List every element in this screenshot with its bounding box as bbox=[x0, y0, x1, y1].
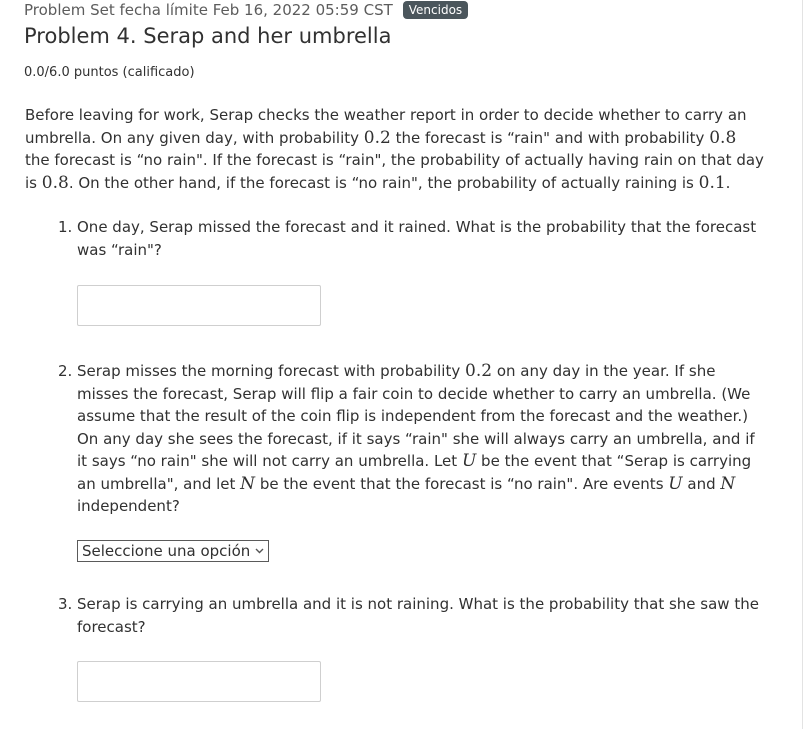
problem-intro: Before leaving for work, Serap checks th… bbox=[25, 104, 765, 194]
question-text-part: independent? bbox=[77, 497, 180, 515]
math-variable: U bbox=[461, 451, 477, 471]
question-text-part: Serap misses the morning forecast with p… bbox=[77, 362, 465, 380]
problem-score: 0.0/6.0 puntos (calificado) bbox=[24, 65, 195, 80]
math-value: 0.8 bbox=[41, 172, 69, 193]
math-value: 0.2 bbox=[465, 361, 493, 381]
independence-select[interactable]: Seleccione una opción bbox=[77, 540, 269, 562]
problem-title: Problem 4. Serap and her umbrella bbox=[24, 24, 392, 48]
problem-page: Problem Set fecha límite Feb 16, 2022 05… bbox=[0, 0, 807, 729]
due-date-text: Problem Set fecha límite Feb 16, 2022 05… bbox=[24, 1, 393, 19]
intro-text: the forecast is “rain" and with probabil… bbox=[390, 128, 710, 147]
due-date-line: Problem Set fecha límite Feb 16, 2022 05… bbox=[24, 0, 469, 20]
select-value: Seleccione una opción bbox=[82, 542, 251, 560]
page-border bbox=[802, 0, 803, 729]
question-number: 1. bbox=[58, 218, 73, 236]
question-text: One day, Serap missed the forecast and i… bbox=[77, 218, 757, 259]
math-value: 0.2 bbox=[363, 127, 391, 148]
question-3: 3. Serap is carrying an umbrella and it … bbox=[56, 593, 760, 638]
question-text: Serap is carrying an umbrella and it is … bbox=[77, 595, 759, 636]
status-badge: Vencidos bbox=[402, 1, 469, 19]
question-number: 2. bbox=[58, 362, 73, 380]
intro-text: . On the other hand, if the forecast is … bbox=[68, 173, 699, 192]
chevron-down-icon bbox=[255, 546, 264, 557]
answer-input-3[interactable] bbox=[77, 661, 321, 702]
question-2: 2. Serap misses the morning forecast wit… bbox=[56, 360, 760, 518]
math-value: 0.8 bbox=[709, 127, 737, 148]
question-1: 1. One day, Serap missed the forecast an… bbox=[56, 216, 760, 261]
math-variable: N bbox=[720, 473, 736, 494]
question-text: Serap misses the morning forecast with p… bbox=[77, 360, 760, 518]
math-value: 0.1 bbox=[698, 172, 726, 193]
math-variable: U bbox=[668, 473, 683, 494]
answer-input-1[interactable] bbox=[77, 285, 321, 326]
question-number: 3. bbox=[58, 595, 73, 613]
question-text-part: and bbox=[682, 474, 721, 493]
question-text-part: be the event that the forecast is “no ra… bbox=[255, 474, 669, 493]
math-variable: N bbox=[240, 473, 256, 494]
intro-text: . bbox=[725, 173, 731, 192]
